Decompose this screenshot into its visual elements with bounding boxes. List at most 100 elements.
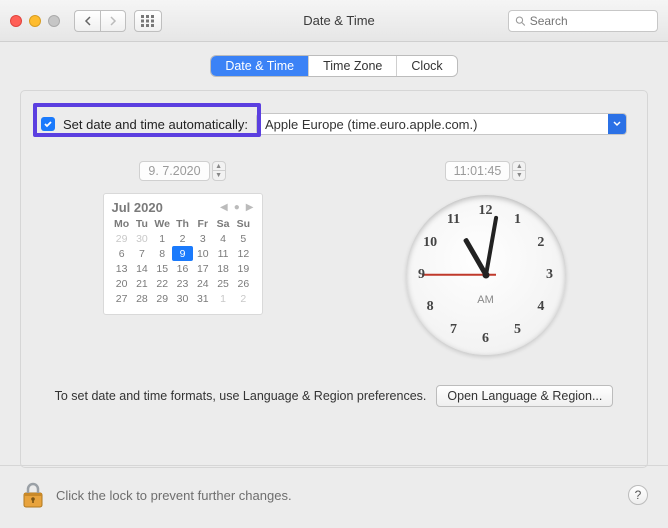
chevron-up-icon[interactable]: ▲: [213, 162, 225, 171]
tab-clock[interactable]: Clock: [397, 56, 456, 76]
search-icon: [515, 15, 526, 27]
clock-number: 4: [537, 299, 544, 315]
calendar-next-icon[interactable]: ▶: [246, 202, 254, 213]
close-icon[interactable]: [10, 15, 22, 27]
clock-number: 12: [479, 203, 493, 219]
analog-clock: AM 121234567891011: [406, 195, 566, 355]
clock-number: 7: [450, 322, 457, 338]
window-title: Date & Time: [178, 13, 500, 28]
date-field[interactable]: 9. 7.2020: [139, 161, 209, 181]
calendar-dow: Mo: [112, 217, 132, 231]
calendar-day[interactable]: 1: [152, 231, 172, 246]
calendar-day[interactable]: 8: [152, 246, 172, 261]
lock-bar: Click the lock to prevent further change…: [0, 465, 668, 528]
search-input[interactable]: [508, 10, 658, 32]
time-stepper-buttons[interactable]: ▲ ▼: [512, 161, 526, 181]
calendar-day[interactable]: 7: [132, 246, 152, 261]
calendar-day[interactable]: 9: [172, 246, 192, 261]
clock-number: 1: [514, 212, 521, 228]
auto-time-label: Set date and time automatically:: [63, 117, 248, 132]
calendar-day[interactable]: 10: [193, 246, 213, 261]
calendar-today-icon[interactable]: ●: [234, 202, 240, 213]
calendar-prev-icon[interactable]: ◀: [220, 202, 228, 213]
calendar-day[interactable]: 21: [132, 276, 152, 291]
calendar-day[interactable]: 30: [172, 291, 192, 306]
footer-text: To set date and time formats, use Langua…: [55, 389, 427, 403]
maximize-icon: [48, 15, 60, 27]
calendar-day[interactable]: 29: [152, 291, 172, 306]
date-stepper[interactable]: 9. 7.2020 ▲ ▼: [139, 161, 225, 181]
calendar-dow: Su: [233, 217, 253, 231]
second-hand: [422, 274, 486, 276]
calendar-day[interactable]: 4: [213, 231, 233, 246]
calendar-day[interactable]: 27: [112, 291, 132, 306]
calendar-day[interactable]: 13: [112, 261, 132, 276]
search-field[interactable]: [530, 14, 651, 28]
chevron-down-icon: [608, 113, 626, 135]
clock-number: 6: [482, 331, 489, 347]
calendar-day[interactable]: 2: [172, 231, 192, 246]
help-button[interactable]: ?: [628, 485, 648, 505]
clock-number: 11: [447, 212, 460, 228]
lock-icon[interactable]: [20, 480, 46, 510]
time-server-select[interactable]: Apple Europe (time.euro.apple.com.): [256, 113, 627, 135]
calendar-day[interactable]: 14: [132, 261, 152, 276]
calendar-day[interactable]: 22: [152, 276, 172, 291]
calendar-day[interactable]: 30: [132, 231, 152, 246]
calendar-day[interactable]: 29: [112, 231, 132, 246]
ampm-label: AM: [477, 294, 494, 306]
calendar-day[interactable]: 20: [112, 276, 132, 291]
calendar-day[interactable]: 3: [193, 231, 213, 246]
check-icon: [43, 119, 53, 129]
time-field[interactable]: 11:01:45: [445, 161, 511, 181]
calendar-day[interactable]: 23: [172, 276, 192, 291]
time-stepper[interactable]: 11:01:45 ▲ ▼: [445, 161, 527, 181]
tab-time-zone[interactable]: Time Zone: [309, 56, 397, 76]
show-all-button[interactable]: [134, 10, 162, 32]
calendar-dow: Th: [172, 217, 192, 231]
clock-number: 8: [427, 299, 434, 315]
window-controls: [10, 15, 60, 27]
forward-button[interactable]: [100, 10, 126, 32]
date-column: 9. 7.2020 ▲ ▼ Jul 2020 ◀ ● ▶: [41, 161, 324, 355]
grid-icon: [141, 15, 155, 27]
auto-time-checkbox[interactable]: [41, 117, 55, 131]
time-column: 11:01:45 ▲ ▼ AM 121234567891011: [344, 161, 627, 355]
calendar-day[interactable]: 18: [213, 261, 233, 276]
chevron-down-icon[interactable]: ▼: [213, 171, 225, 180]
calendar-day[interactable]: 15: [152, 261, 172, 276]
calendar-day[interactable]: 26: [233, 276, 253, 291]
calendar-day[interactable]: 17: [193, 261, 213, 276]
lock-text: Click the lock to prevent further change…: [56, 488, 292, 503]
minute-hand: [484, 216, 498, 276]
minimize-icon[interactable]: [29, 15, 41, 27]
chevron-up-icon[interactable]: ▲: [513, 162, 525, 171]
chevron-down-icon[interactable]: ▼: [513, 171, 525, 180]
calendar-day[interactable]: 12: [233, 246, 253, 261]
calendar-month-label: Jul 2020: [112, 200, 163, 215]
calendar-day[interactable]: 25: [213, 276, 233, 291]
calendar-day[interactable]: 16: [172, 261, 192, 276]
nav-buttons: [74, 10, 126, 32]
time-server-value: Apple Europe (time.euro.apple.com.): [265, 117, 477, 132]
calendar[interactable]: Jul 2020 ◀ ● ▶ MoTuWeThFrSaSu29301234567…: [103, 193, 263, 315]
calendar-day[interactable]: 2: [233, 291, 253, 306]
clock-center: [482, 272, 489, 279]
calendar-dow: Tu: [132, 217, 152, 231]
calendar-day[interactable]: 31: [193, 291, 213, 306]
calendar-day[interactable]: 1: [213, 291, 233, 306]
tab-bar: Date & Time Time Zone Clock: [20, 56, 648, 76]
calendar-day[interactable]: 11: [213, 246, 233, 261]
open-language-region-button[interactable]: Open Language & Region...: [436, 385, 613, 407]
calendar-day[interactable]: 24: [193, 276, 213, 291]
clock-number: 5: [514, 322, 521, 338]
calendar-day[interactable]: 5: [233, 231, 253, 246]
calendar-day[interactable]: 19: [233, 261, 253, 276]
calendar-day[interactable]: 28: [132, 291, 152, 306]
calendar-day[interactable]: 6: [112, 246, 132, 261]
clock-number: 10: [423, 235, 437, 251]
date-stepper-buttons[interactable]: ▲ ▼: [212, 161, 226, 181]
back-button[interactable]: [74, 10, 100, 32]
tab-date-time[interactable]: Date & Time: [211, 56, 309, 76]
calendar-nav: ◀ ● ▶: [220, 202, 253, 213]
